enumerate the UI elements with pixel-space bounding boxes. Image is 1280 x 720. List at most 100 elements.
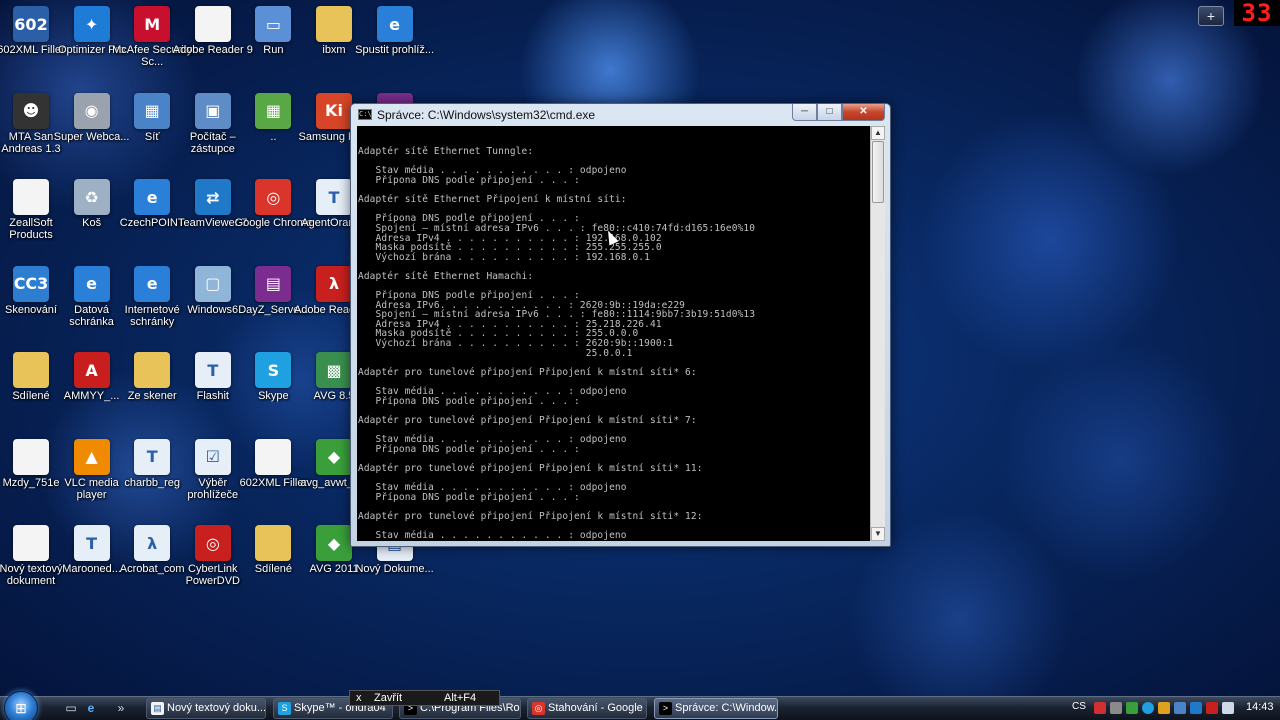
desktop-icon-image: e	[376, 6, 413, 42]
desktop-icon-image	[194, 6, 231, 42]
tray-app-icon[interactable]	[1206, 702, 1218, 714]
close-button[interactable]: ✕	[842, 104, 885, 121]
scroll-down-icon[interactable]: ▼	[871, 527, 885, 541]
taskbar-button[interactable]: ▤ Nový textový doku...	[146, 698, 266, 719]
tray-app-icon[interactable]	[1094, 702, 1106, 714]
desktop-icon-image	[13, 179, 49, 215]
start-button[interactable]: ⊞	[4, 691, 38, 720]
console-line: Stav média . . . . . . . . . . . : odpoj…	[358, 529, 627, 541]
desktop-icon-image: T	[134, 438, 171, 475]
tray-volume-icon[interactable]	[1222, 702, 1234, 714]
desktop-icon-image: e	[73, 265, 110, 302]
minimize-button[interactable]: ─	[792, 104, 817, 121]
desktop-icon-image	[255, 438, 292, 475]
taskbar-button[interactable]: > Správce: C:\Window...	[654, 698, 778, 719]
desktop-icon-label: Nový Dokume...	[355, 563, 434, 575]
desktop-icon-image: e	[134, 179, 171, 215]
tray-app-icon[interactable]	[1110, 702, 1122, 714]
desktop-icon-image: ☑	[194, 438, 231, 475]
desktop-icon-image	[13, 438, 49, 475]
desktop-icon-image: T	[73, 525, 110, 561]
tray-avg-icon[interactable]	[1126, 702, 1138, 714]
desktop-icon[interactable]: e Spustit prohlíž...	[352, 2, 438, 86]
desktop-icon-image: Ki	[316, 92, 352, 129]
desktop-icon-image: ▦	[255, 92, 292, 129]
scroll-up-icon[interactable]: ▲	[871, 126, 885, 140]
desktop-icon-image: CC3	[13, 265, 49, 302]
desktop-icon-image: e	[134, 265, 171, 302]
cmd-console[interactable]: Adaptér sítě Ethernet Tunngle: Stav médi…	[357, 126, 870, 541]
desktop-icon-image: ◉	[73, 92, 110, 129]
console-line: 25.0.0.1	[358, 347, 633, 359]
tray-teamviewer-icon[interactable]	[1190, 702, 1202, 714]
console-line: Přípona DNS podle připojení . . . :	[358, 443, 580, 455]
desktop-icon-image: ▩	[316, 352, 352, 388]
desktop-icons: 602 602XML Filler ✦ Optimizer Pro M McAfee Se…	[0, 0, 434, 690]
desktop-icon-image: ♻	[73, 179, 110, 215]
cmd-titlebar[interactable]: C:\ Správce: C:\Windows\system32\cmd.exe…	[351, 104, 890, 126]
console-line: Přípona DNS podle připojení . . . :	[358, 395, 580, 407]
close-tooltip: x Zavřít Alt+F4	[349, 690, 500, 706]
desktop-icon-image	[13, 352, 49, 388]
taskbar: ⊞ ▭ e » ▤ Nový textový doku... S Skype™ - o…	[0, 691, 1280, 720]
desktop-icon-image: S	[255, 352, 292, 388]
console-line: Adaptér sítě Ethernet Připojení k místní…	[358, 194, 627, 206]
scroll-thumb[interactable]	[872, 141, 884, 203]
tray-network-icon[interactable]	[1174, 702, 1186, 714]
desktop-icon-image: ◎	[255, 179, 292, 215]
cmd-title: Správce: C:\Windows\system32\cmd.exe	[377, 108, 596, 122]
desktop-icon-image: ▢	[194, 265, 231, 302]
gadget-clock: 33	[1234, 0, 1280, 26]
desktop-icon-image: 602	[13, 6, 49, 42]
console-line: Adaptér pro tunelové připojení Připojení…	[358, 510, 703, 522]
desktop-icon-image: T	[316, 179, 352, 215]
desktop-icon-image: ▦	[134, 92, 171, 129]
desktop-icon-image: ◆	[316, 438, 352, 475]
desktop-icon-image: A	[73, 352, 110, 388]
taskbar-app-icon: ◎	[532, 702, 545, 715]
console-line: Adaptér pro tunelové připojení Připojení…	[358, 462, 703, 474]
cmd-window[interactable]: C:\ Správce: C:\Windows\system32\cmd.exe…	[350, 103, 891, 547]
system-tray: CS 14:43	[1066, 697, 1280, 720]
language-indicator[interactable]: CS	[1072, 701, 1086, 712]
gadget-add-button[interactable]: +	[1198, 6, 1224, 26]
cmd-icon: C:\	[358, 109, 372, 120]
desktop-icon-image: ◆	[316, 525, 352, 561]
desktop-icon-label: Spustit prohlíž...	[355, 44, 435, 56]
desktop-icon-image: ▲	[73, 438, 110, 475]
console-line: Výchozí brána . . . . . . . . . . : 192.…	[358, 251, 650, 263]
desktop-icon-image: ⇄	[194, 179, 231, 215]
desktop-icon-image: ☻	[13, 92, 49, 129]
desktop-icon-image: T	[194, 352, 231, 388]
desktop-icon-image	[13, 525, 49, 561]
show-desktop-icon[interactable]: ▭	[62, 700, 80, 716]
desktop-icon-image: ✦	[73, 6, 110, 42]
console-line: Adaptér sítě Ethernet Tunngle:	[358, 146, 534, 158]
taskbar-app-icon: >	[659, 702, 672, 715]
console-line: Přípona DNS podle připojení . . . :	[358, 174, 580, 186]
console-line: Adaptér pro tunelové připojení Připojení…	[358, 366, 697, 378]
taskbar-button[interactable]: ◎ Stahování - Google ...	[527, 698, 647, 719]
console-line: Adaptér pro tunelové připojení Připojení…	[358, 414, 697, 426]
tooltip-close-icon: x	[356, 692, 362, 704]
tooltip-label: Zavřít	[374, 692, 403, 704]
maximize-button[interactable]: □	[817, 104, 842, 121]
tray-app-icon[interactable]	[1158, 702, 1170, 714]
taskbar-button-label: Stahování - Google ...	[548, 702, 647, 714]
desktop-icon-image: M	[134, 6, 171, 42]
desktop-icon-image	[316, 6, 352, 42]
taskbar-button-label: Nový textový doku...	[167, 702, 266, 714]
tooltip-shortcut: Alt+F4	[444, 692, 477, 704]
cmd-scrollbar[interactable]: ▲ ▼	[870, 126, 885, 541]
quicklaunch-expand-icon[interactable]: »	[112, 700, 130, 716]
desktop-icon-image: ◎	[194, 525, 231, 561]
desktop-icon-image: λ	[316, 265, 352, 302]
taskbar-app-icon: S	[278, 702, 291, 715]
tray-clock[interactable]: 14:43	[1246, 701, 1274, 713]
desktop-icon-image: ▤	[255, 265, 292, 302]
internet-explorer-icon[interactable]: e	[82, 700, 100, 716]
desktop-icon-image	[134, 352, 171, 388]
tray-skype-icon[interactable]	[1142, 702, 1154, 714]
desktop-icon-image: ▣	[194, 92, 231, 129]
